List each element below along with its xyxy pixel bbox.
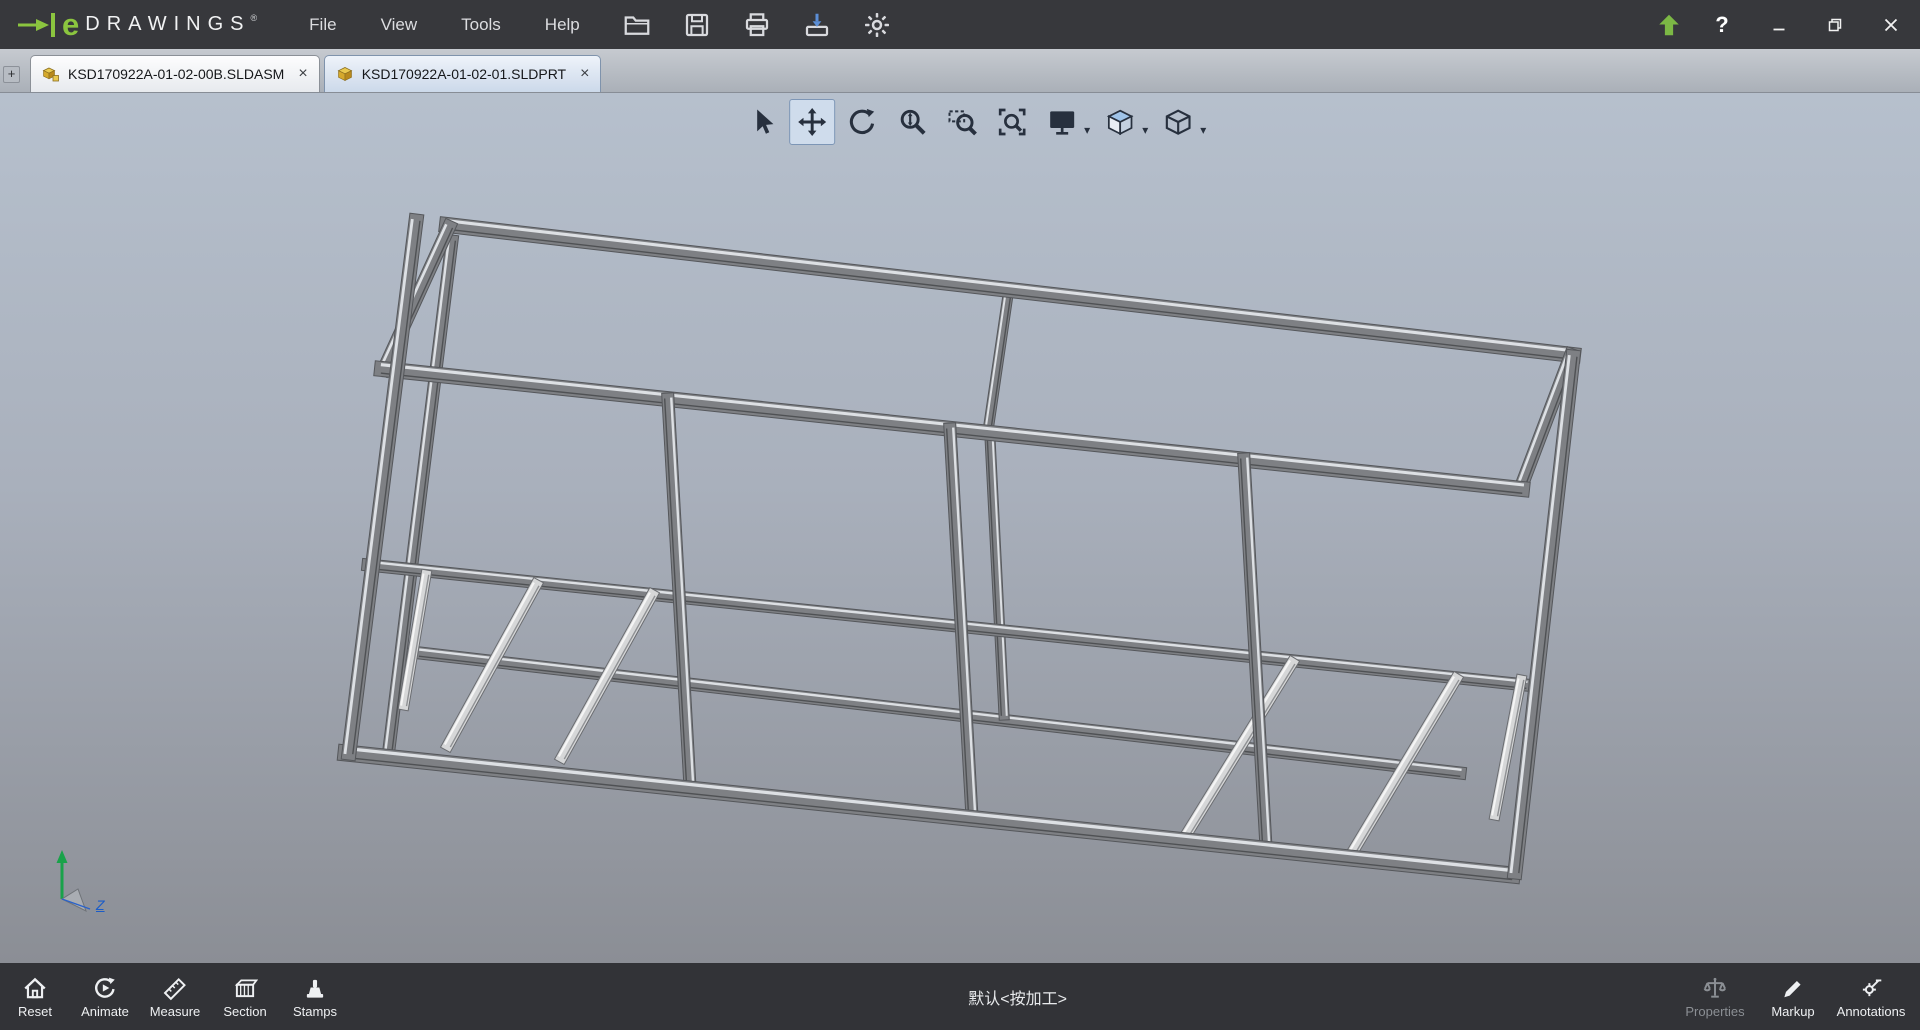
appearances-dropdown-caret[interactable]: ▾	[1142, 123, 1148, 137]
print-icon	[745, 12, 768, 36]
close-icon	[1884, 18, 1898, 31]
pan-tool-button[interactable]	[789, 99, 836, 145]
model-viewport[interactable]: ▾ ▾ ▾ Z	[0, 93, 1920, 963]
publish-button[interactable]	[800, 8, 834, 42]
print-button[interactable]	[740, 8, 774, 42]
markup-button[interactable]: Markup	[1758, 963, 1828, 1030]
tab-assembly-document[interactable]: KSD170922A-01-02-00B.SLDASM ×	[30, 55, 320, 92]
minimize-button[interactable]	[1758, 7, 1800, 43]
triad-z-label: Z	[96, 897, 105, 913]
zoom-in-out-button[interactable]	[889, 99, 935, 145]
section-button[interactable]: Section	[210, 963, 280, 1030]
properties-button: Properties	[1672, 963, 1758, 1030]
zoom-area-button[interactable]	[939, 99, 985, 145]
animate-label: Animate	[81, 1003, 129, 1019]
pan-icon	[798, 108, 827, 136]
settings-button[interactable]	[860, 8, 894, 42]
annotations-label: Annotations	[1836, 1003, 1906, 1019]
logo-e-glyph: e	[62, 7, 80, 42]
open-icon	[624, 15, 650, 35]
upload-arrow-icon	[1659, 14, 1679, 35]
configuration-status-text: 默认<按加工>	[968, 990, 1067, 1008]
reset-label: Reset	[18, 1003, 52, 1019]
new-tab-button[interactable]: +	[3, 66, 20, 83]
reset-button[interactable]: Reset	[0, 963, 70, 1030]
cursor-arrow-icon	[757, 109, 774, 134]
model-3d-render	[336, 212, 1582, 885]
logo-wordmark: DRAWINGS	[85, 13, 251, 35]
section-icon	[234, 979, 258, 997]
settings-gear-icon	[864, 12, 889, 37]
help-button[interactable]: ?	[1700, 12, 1744, 38]
properties-scales-icon	[1703, 977, 1726, 998]
assembly-doc-icon	[42, 67, 59, 82]
logo-registered-mark: ®	[250, 12, 258, 23]
zoom-fit-icon	[998, 108, 1026, 136]
view-toolbar: ▾ ▾ ▾	[737, 99, 1211, 145]
minimize-icon	[1773, 28, 1785, 30]
stamp-icon	[306, 979, 324, 998]
display-style-dropdown-caret[interactable]: ▾	[1084, 123, 1090, 137]
titlebar-right-controls: ?	[1652, 7, 1920, 43]
zoom-in-out-icon	[900, 109, 926, 135]
close-button[interactable]	[1870, 7, 1912, 43]
shaded-cube-icon	[1106, 109, 1134, 136]
measure-icon	[163, 977, 186, 1000]
tab-close-icon[interactable]: ×	[580, 66, 589, 82]
animate-icon	[95, 977, 115, 998]
bottom-left-group: Reset Animate Measure Section Stamps	[0, 963, 350, 1030]
select-tool-button[interactable]	[739, 99, 785, 145]
zoom-area-icon	[948, 110, 977, 136]
tab-label: KSD170922A-01-02-01.SLDPRT	[361, 66, 567, 82]
rotate-icon	[849, 108, 875, 135]
titlebar-toolbar	[620, 8, 894, 42]
save-icon	[685, 13, 708, 36]
annotations-button[interactable]: Annotations	[1828, 963, 1914, 1030]
part-doc-icon	[337, 67, 353, 81]
tab-bar: + KSD170922A-01-02-00B.SLDASM × KSD17092…	[0, 49, 1920, 93]
tab-close-icon[interactable]: ×	[298, 66, 307, 82]
view-orientation-dropdown-caret[interactable]: ▾	[1200, 123, 1206, 137]
display-style-button[interactable]	[1039, 99, 1085, 145]
rotate-tool-button[interactable]	[839, 99, 885, 145]
bottom-toolbar: Reset Animate Measure Section Stamps 默认<…	[0, 963, 1920, 1030]
annotations-icon	[1862, 978, 1882, 996]
restore-button[interactable]	[1814, 7, 1856, 43]
measure-button[interactable]: Measure	[140, 963, 210, 1030]
measure-label: Measure	[149, 1003, 201, 1019]
orientation-triad: Z	[44, 837, 134, 921]
markup-label: Markup	[1771, 1003, 1815, 1019]
menu-view[interactable]: View	[359, 0, 440, 49]
monitor-icon	[1050, 111, 1075, 135]
triad-axes-icon	[56, 850, 91, 913]
upload-button[interactable]	[1652, 8, 1686, 42]
tab-label: KSD170922A-01-02-00B.SLDASM	[68, 66, 285, 82]
menu-bar: File View Tools Help	[287, 0, 602, 49]
properties-label: Properties	[1685, 1003, 1745, 1019]
publish-icon	[805, 13, 828, 36]
stamps-label: Stamps	[292, 1003, 338, 1019]
edrawings-logo: e DRAWINGS ®	[16, 9, 257, 40]
title-bar: e DRAWINGS ® File View Tools Help ?	[0, 0, 1920, 49]
pencil-icon	[1784, 980, 1801, 997]
open-button[interactable]	[620, 8, 654, 42]
wireframe-cube-icon	[1165, 109, 1191, 135]
stamps-button[interactable]: Stamps	[280, 963, 350, 1030]
bottom-right-group: Properties Markup Annotations	[1672, 963, 1920, 1030]
zoom-fit-button[interactable]	[989, 99, 1035, 145]
restore-icon	[1828, 18, 1842, 31]
save-button[interactable]	[680, 8, 714, 42]
menu-tools[interactable]: Tools	[439, 0, 523, 49]
animate-button[interactable]: Animate	[70, 963, 140, 1030]
tab-part-document[interactable]: KSD170922A-01-02-01.SLDPRT ×	[323, 55, 602, 92]
appearances-button[interactable]	[1097, 99, 1143, 145]
home-icon	[24, 977, 46, 998]
view-orientation-button[interactable]	[1155, 99, 1201, 145]
menu-file[interactable]: File	[287, 0, 358, 49]
menu-help[interactable]: Help	[523, 0, 602, 49]
edrawings-logo-arrow-icon	[18, 12, 55, 37]
section-label: Section	[223, 1003, 267, 1019]
